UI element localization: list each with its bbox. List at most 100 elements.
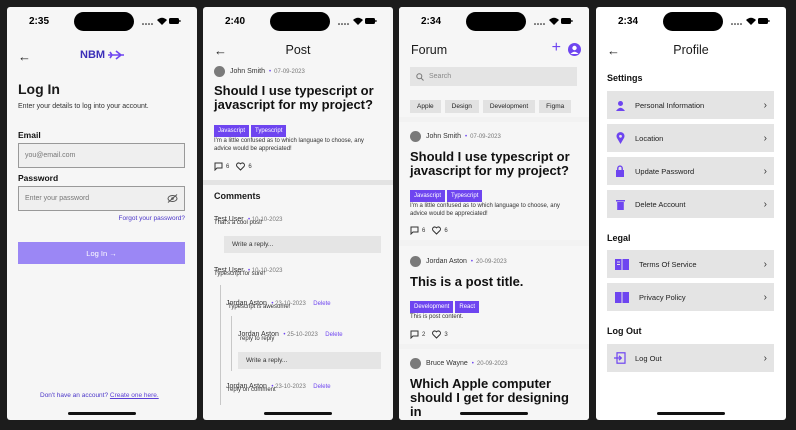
chip[interactable]: Design (444, 100, 479, 113)
search-placeholder: Search (429, 73, 452, 80)
password-placeholder: Enter your password (25, 195, 90, 202)
chevron-right-icon: › (763, 291, 767, 303)
heart-icon[interactable] (432, 330, 442, 339)
signup-link[interactable]: Create one here. (110, 392, 159, 399)
tag-list: Javascript Typescript (410, 184, 484, 202)
signal-wifi-battery-icon (731, 17, 770, 25)
post-card[interactable]: John Smith • 07-09-2023 Should I use typ… (399, 122, 589, 240)
privacy-policy-row[interactable]: Privacy Policy › (607, 283, 774, 311)
eye-off-icon[interactable] (167, 194, 178, 203)
status-time: 2:34 (421, 16, 442, 27)
post-actions: 2 3 (410, 330, 448, 339)
post-date: 20-09-2023 (475, 258, 507, 265)
delete-link[interactable]: Delete (325, 332, 342, 338)
header-title: Post (285, 43, 311, 57)
chevron-right-icon: › (763, 198, 767, 210)
author-name: John Smith (426, 133, 462, 140)
tag[interactable]: React (455, 301, 480, 313)
status-bar: 2:40 (203, 7, 393, 37)
post-author-row: John Smith • 07-09-2023 (214, 66, 305, 77)
heart-icon[interactable] (432, 226, 442, 235)
personal-information-row[interactable]: Personal Information › (607, 91, 774, 119)
signal-wifi-battery-icon (142, 17, 181, 25)
dynamic-island (74, 12, 134, 31)
row-label: Update Password (635, 166, 695, 176)
plus-icon[interactable]: + (552, 39, 561, 57)
category-chips: Apple Design Development Figma (410, 95, 578, 113)
like-count: 6 (444, 227, 448, 234)
heart-icon[interactable] (236, 162, 246, 171)
reply-input[interactable]: Write a reply... (238, 352, 381, 369)
reply-input[interactable]: Write a reply... (224, 236, 381, 253)
trash-icon (614, 198, 626, 210)
avatar (410, 131, 421, 142)
delete-link[interactable]: Delete (313, 384, 330, 390)
password-field[interactable]: Enter your password (18, 186, 185, 211)
post-card[interactable]: Jordan Aston • 20-09-2023 This is a post… (399, 246, 589, 344)
tag[interactable]: Typescript (251, 125, 287, 137)
user-avatar-icon[interactable] (568, 43, 581, 56)
legal-section-label: Legal (607, 233, 631, 243)
logout-row[interactable]: Log Out › (607, 344, 774, 372)
location-row[interactable]: Location › (607, 124, 774, 152)
search-icon (416, 72, 424, 81)
book-open-icon (614, 291, 630, 303)
comment-text: That's a cool post! (214, 220, 263, 226)
tag[interactable]: Development (410, 301, 454, 313)
signup-prompt-text: Don't have an account? (40, 392, 109, 399)
chevron-right-icon: › (763, 132, 767, 144)
logout-icon (614, 352, 626, 364)
post-screen: 2:40 ← Post John Smith • 07-09-2023 Shou… (203, 7, 393, 420)
dynamic-island (663, 12, 723, 31)
post-card[interactable]: Bruce Wayne • 20-09-2023 Which Apple com… (399, 349, 589, 420)
comment-count: 6 (226, 163, 230, 170)
comment-text: Typescript for sure! (214, 271, 266, 277)
forum-screen: 2:34 Forum + Search Apple Design Developme… (399, 7, 589, 420)
comment-date: 23-10-2023 (275, 384, 306, 390)
thread-line (220, 285, 221, 405)
chip[interactable]: Development (482, 100, 536, 113)
status-time: 2:34 (618, 16, 639, 27)
comment-icon[interactable] (410, 330, 419, 339)
page-subtitle: Enter your details to log into your acco… (18, 103, 149, 110)
forgot-password-link[interactable]: Forgot your password? (119, 215, 185, 222)
post-actions: 6 6 (214, 162, 252, 171)
comment-icon[interactable] (410, 226, 419, 235)
post-author-row: Jordan Aston • 20-09-2023 (410, 256, 507, 267)
signal-wifi-battery-icon (338, 17, 377, 25)
terms-of-service-row[interactable]: Terms Of Service › (607, 250, 774, 278)
post-date: 07-09-2023 (470, 133, 501, 140)
tag[interactable]: Javascript (410, 190, 446, 202)
post-title: This is a post title. (410, 274, 524, 289)
chevron-right-icon: › (763, 258, 767, 270)
status-time: 2:40 (225, 16, 246, 27)
tag-list: Javascript Typescript (214, 119, 288, 137)
dot-separator: • (465, 133, 468, 140)
tag[interactable]: Javascript (214, 125, 250, 137)
settings-section-label: Settings (607, 73, 643, 83)
chip[interactable]: Figma (539, 100, 572, 113)
header-title: Profile (673, 43, 709, 57)
post-body: I'm a little confused as to which langua… (214, 138, 364, 152)
author-name: John Smith (230, 68, 266, 75)
comment-icon[interactable] (214, 162, 223, 171)
search-input[interactable]: Search (410, 67, 577, 86)
email-field[interactable]: you@email.com (18, 143, 185, 168)
tag[interactable]: Typescript (447, 190, 483, 202)
login-button[interactable]: Log In → (18, 242, 185, 264)
login-screen: 2:35 ← NBM Log In Enter your details to … (7, 7, 197, 420)
dot-separator: • (470, 258, 473, 265)
author-name: Bruce Wayne (426, 360, 468, 367)
update-password-row[interactable]: Update Password › (607, 157, 774, 185)
row-label: Personal Information (635, 100, 705, 110)
comment-text: reply to reply (240, 336, 275, 342)
delete-link[interactable]: Delete (313, 301, 330, 307)
chip[interactable]: Apple (410, 100, 441, 113)
row-label: Terms Of Service (639, 259, 697, 269)
tag-list: Development React (410, 295, 481, 313)
avatar[interactable] (214, 66, 225, 77)
post-date: 20-09-2023 (476, 360, 508, 367)
like-count: 6 (248, 163, 252, 170)
back-arrow-icon[interactable]: ← (18, 49, 31, 64)
delete-account-row[interactable]: Delete Account › (607, 190, 774, 218)
